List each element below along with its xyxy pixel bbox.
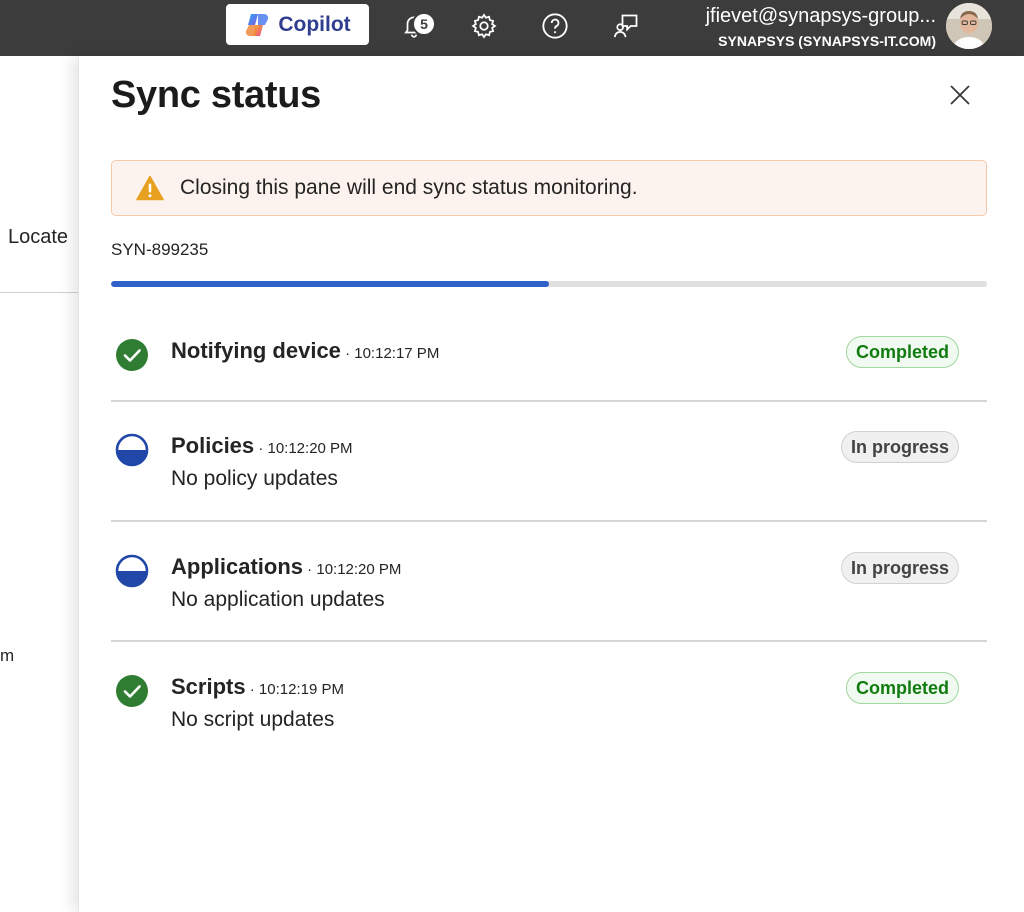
status-badge: Completed: [845, 672, 959, 704]
step-time: · 10:12:19 PM: [245, 681, 344, 698]
success-check-icon: [116, 675, 148, 707]
step-time: · 10:12:20 PM: [303, 561, 402, 578]
copilot-label: Copilot: [278, 12, 351, 36]
step-divider: [111, 640, 987, 642]
warning-message: Closing this pane will end sync status m…: [180, 176, 638, 199]
close-icon: [950, 85, 970, 105]
step-name: Applications: [171, 554, 304, 579]
step-detail: No policy updates: [171, 467, 338, 490]
avatar[interactable]: [946, 3, 992, 49]
settings-button[interactable]: [466, 8, 502, 44]
locate-action[interactable]: Locate: [8, 226, 68, 249]
sync-progress-bar: [111, 281, 987, 287]
device-id: SYN-899235: [111, 240, 209, 259]
user-photo-icon: [946, 3, 992, 49]
help-button[interactable]: [537, 8, 573, 44]
gear-icon: [471, 13, 497, 39]
background-page: [0, 56, 80, 912]
in-progress-icon: [115, 433, 149, 467]
background-divider: [0, 292, 78, 293]
sync-progress-fill: [111, 281, 549, 287]
in-progress-icon: [115, 554, 149, 588]
step-detail: No script updates: [171, 708, 335, 731]
step-name: Notifying device: [171, 338, 341, 363]
step-detail: No application updates: [171, 588, 385, 611]
feedback-button[interactable]: [608, 8, 644, 44]
close-button[interactable]: [945, 80, 975, 110]
pane-title: Sync status: [111, 74, 322, 116]
step-name: Policies: [171, 433, 255, 458]
status-badge: In progress: [840, 552, 959, 584]
status-badge: In progress: [840, 431, 959, 463]
notifications-button[interactable]: 5: [396, 8, 436, 44]
step-divider: [111, 400, 987, 402]
warning-banner: Closing this pane will end sync status m…: [111, 160, 987, 216]
account-info[interactable]: jfievet@synapsys-group... SYNAPSYS (SYNA…: [660, 4, 936, 51]
step-time: · 10:12:17 PM: [340, 345, 440, 362]
success-check-icon: [116, 339, 148, 371]
help-icon: [542, 13, 568, 39]
copilot-button[interactable]: Copilot: [226, 4, 369, 45]
warning-icon: [136, 175, 164, 201]
feedback-icon: [614, 14, 638, 38]
sync-status-pane: Sync status Closing this pane will end s…: [78, 56, 1024, 912]
copilot-icon: [246, 13, 269, 36]
step-divider: [111, 520, 987, 522]
notification-count-badge: 5: [412, 12, 436, 36]
top-bar: Copilot 5 jfievet@synapsys-group... SYNA…: [0, 0, 1024, 56]
step-time: · 10:12:20 PM: [254, 440, 353, 457]
account-email: jfievet@synapsys-group...: [705, 5, 936, 27]
account-tenant: SYNAPSYS (SYNAPSYS-IT.COM): [718, 33, 936, 49]
step-name: Scripts: [171, 674, 246, 699]
background-text-fragment: m: [0, 646, 15, 665]
status-badge: Completed: [845, 336, 959, 368]
